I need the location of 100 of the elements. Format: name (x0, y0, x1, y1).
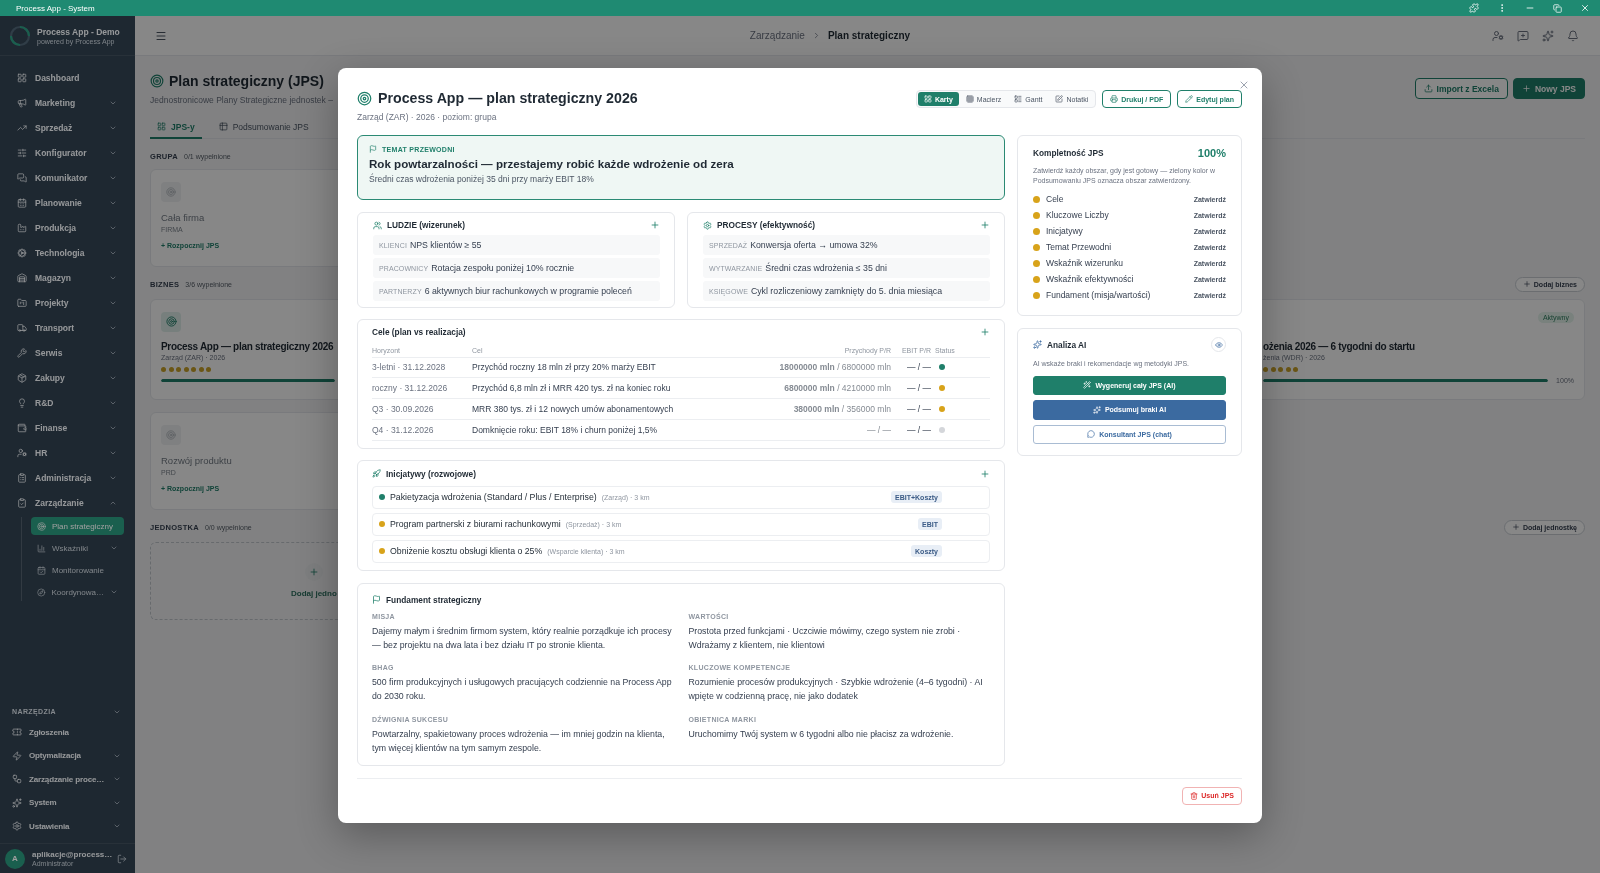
target-icon (357, 90, 372, 106)
plus-icon[interactable] (980, 220, 990, 230)
rating-dot-icon (198, 366, 204, 372)
sidebar-item[interactable]: Dashboard (0, 65, 135, 90)
table-cell-text: — / — (905, 424, 931, 435)
sidebar-subitem[interactable]: Wskaźniki (31, 539, 124, 557)
area-label: Inicjatywy (1046, 226, 1083, 236)
initiative-title: Program partnerski z biurami rachunkowymi (390, 519, 561, 530)
area-label: Wskaźnik efektywności (1046, 274, 1134, 284)
card-title: Rozwój produktu (161, 454, 232, 466)
rating-dot-icon (191, 366, 196, 372)
user-avatar: A (5, 848, 25, 869)
table-icon (218, 122, 228, 131)
warehouse-icon (17, 272, 27, 283)
chat-bubble-icon (1087, 430, 1096, 439)
wallet-icon (17, 422, 27, 433)
sidebar-item[interactable]: Konfigurator (0, 140, 135, 165)
card-title: Analiza AI (1047, 339, 1087, 350)
sidebar-item[interactable]: Magazyn (0, 265, 135, 290)
area-label: Wskaźnik wizerunku (1046, 258, 1123, 268)
sidebar-item[interactable]: HR (0, 440, 135, 465)
sidebar-item[interactable]: Zgłoszenia (0, 720, 135, 744)
lightning-icon (12, 750, 22, 761)
sidebar-item[interactable]: Serwis (0, 340, 135, 365)
rating-dot-icon (1278, 366, 1283, 372)
package-icon (17, 372, 27, 383)
sparkle-icon[interactable] (1542, 29, 1554, 42)
indicator-text: NPS klientów ≥ 55 (409, 240, 482, 250)
theme-subtitle: Średni czas wdrożenia poniżej 35 dni przy marży EBIT 18% (369, 174, 594, 184)
rating-dot-icon (1263, 366, 1268, 372)
notification-icon[interactable] (1567, 29, 1579, 42)
users-icon (373, 220, 382, 230)
rating-dot-icon (168, 366, 174, 372)
sidebar-item[interactable]: Projekty (0, 290, 135, 315)
plus-icon[interactable] (980, 327, 990, 337)
sidebar-item[interactable]: Komunikator (0, 165, 135, 190)
sidebar-item[interactable]: Zarządzanie proce… (0, 767, 135, 791)
close-icon[interactable] (1238, 79, 1250, 91)
indicator-text: Cykl rozliczeniowy zamknięty do 5. dnia miesiąca (750, 286, 943, 296)
plus-icon[interactable] (980, 468, 990, 479)
menu-icon[interactable] (155, 29, 167, 42)
grid-icon (157, 122, 166, 131)
sidebar-item[interactable]: Transport (0, 315, 135, 340)
window-title: Process App - System (16, 3, 95, 13)
indicator-text: Rotacja zespołu poniżej 10% rocznie (431, 263, 575, 273)
sidebar-subitem[interactable]: Koordynowa… (31, 583, 124, 601)
breadcrumb-item[interactable]: Zarządzanie (749, 30, 805, 41)
sidebar-item[interactable]: Marketing (0, 90, 135, 115)
sidebar-item[interactable]: Produkcja (0, 215, 135, 240)
folder-icon (17, 297, 27, 308)
card-title: LUDZIE (wizerunek) (387, 220, 465, 230)
sidebar-item[interactable]: System (0, 791, 135, 815)
gear-icon (703, 220, 712, 230)
calendar-icon (17, 197, 27, 208)
completeness-value: 100% (1197, 147, 1226, 159)
preview-button[interactable] (1211, 337, 1226, 352)
card-title: ożenia 2026 — 6 tygodni do startu (1263, 340, 1415, 352)
theme-title: Rok powtarzalności — przestajemy robić każde wdrożenie od zera (369, 157, 734, 170)
message-plus-icon[interactable] (1517, 29, 1529, 42)
restore-icon[interactable] (1553, 3, 1562, 13)
sidebar-item[interactable]: Sprzedaż (0, 115, 135, 140)
target-icon (165, 316, 177, 327)
import-button[interactable]: Import z Excela (1414, 78, 1508, 99)
lightbulb-icon (17, 397, 27, 408)
sidebar-item[interactable]: Technologia (0, 240, 135, 265)
logout-icon[interactable] (117, 853, 127, 864)
close-icon[interactable] (1580, 3, 1590, 13)
table-cell-text: 3-letni · 31.12.2028 (372, 362, 447, 373)
field-text: Dajemy małym i średnim firmom system, który realnie porządkuje ich procesy — bez projektu na dwa lata i bez działu IT po stronie klienta. (372, 624, 673, 652)
sidebar-item[interactable]: Zakupy (0, 365, 135, 390)
sidebar-subitem[interactable]: Plan strategiczny (31, 517, 124, 535)
tab[interactable]: JPS-y (150, 116, 202, 139)
target-icon (166, 186, 176, 197)
sidebar-item[interactable]: Planowanie (0, 190, 135, 215)
field-text: Powtarzalny, spakietowany proces wdrożenia — im mniej godzin na klienta, tym więcej klientów na tym samym zespole. (372, 727, 666, 755)
sidebar-item[interactable]: Administracja (0, 465, 135, 490)
wrench-icon (17, 347, 27, 358)
sidebar-item[interactable]: Optymalizacja (0, 744, 135, 768)
new-plan-button[interactable]: Nowy JPS (1512, 78, 1585, 99)
calendar-icon (37, 565, 46, 575)
rating-dot-icon (161, 366, 166, 372)
plus-icon[interactable] (650, 220, 660, 230)
sidebar-item[interactable]: Zarządzanie (0, 490, 135, 515)
tab[interactable]: Podsumowanie JPS (211, 116, 316, 139)
upload-icon (1423, 84, 1433, 93)
sparkle-icon (12, 797, 22, 808)
sidebar-subitem[interactable]: Monitorowanie (31, 561, 124, 579)
rating-dot-icon (176, 366, 181, 372)
user-cog-icon[interactable] (1492, 29, 1504, 42)
sidebar-item[interactable]: Ustawienia (0, 814, 135, 838)
plus-icon (1521, 84, 1531, 93)
sidebar-item[interactable]: Finanse (0, 415, 135, 440)
sidebar-item[interactable]: R&D (0, 390, 135, 415)
page-title: Plan strategiczny (JPS) (169, 73, 324, 89)
pencil-icon (1185, 95, 1194, 103)
table-cell-text: — / — (905, 362, 931, 373)
eye-icon (1214, 340, 1223, 349)
puzzle-icon[interactable] (1469, 3, 1479, 13)
table-cell-text: 18000000 mln / 6800000 mln (778, 362, 891, 373)
initiative-title: Pakietyzacja wdrożenia (Standard / Plus / Enterprise) (390, 492, 597, 503)
